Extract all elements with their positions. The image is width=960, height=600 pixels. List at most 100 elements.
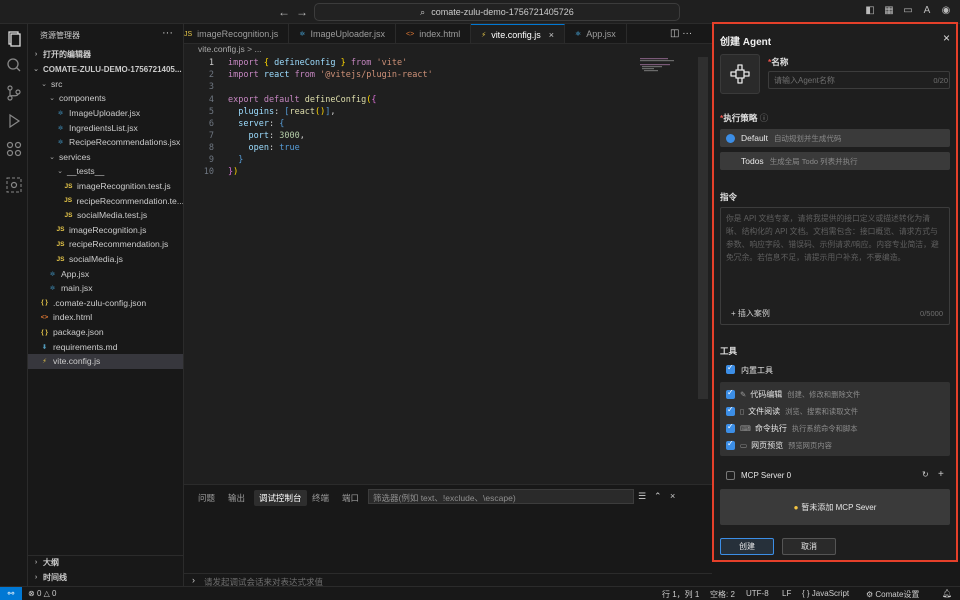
tab-problems[interactable]: 问题: [198, 492, 215, 504]
instruction-label: 指令: [720, 192, 738, 202]
tree-folder[interactable]: ⌄ components: [28, 91, 183, 106]
create-button[interactable]: 创建: [720, 538, 774, 555]
search-icon: ⌕: [420, 6, 426, 17]
code-line: port: 3000,: [248, 131, 305, 141]
tree-item-label: package.json: [53, 327, 104, 338]
tree-folder[interactable]: ⌄ __tests__: [28, 164, 183, 179]
code-editor[interactable]: 1 2 3 4 5 6 7 8 9 10 import { defineConfig } from…: [184, 57, 712, 484]
tree-file[interactable]: { } .comate-zulu-config.json: [28, 296, 183, 311]
layout-panel-icon[interactable]: ▭: [902, 5, 914, 17]
comate-settings[interactable]: ⚙ Comate设置: [866, 589, 919, 600]
tab-index-html[interactable]: <> index.html: [396, 24, 472, 43]
timeline-section[interactable]: › 时间线: [28, 570, 183, 585]
filter-input[interactable]: 筛选器(例如 text、!exclude、\escape): [368, 489, 634, 504]
insert-example-button[interactable]: + 插入案例: [731, 308, 770, 319]
tab-output[interactable]: 输出: [228, 492, 245, 504]
language-status[interactable]: { } JavaScript: [802, 589, 849, 598]
clear-console-icon[interactable]: ☰: [638, 491, 646, 502]
project-root[interactable]: ⌄ COMATE-ZULU-DEMO-1756721405...: [28, 62, 183, 77]
tree-folder[interactable]: ⌄ services: [28, 150, 183, 165]
tree-file[interactable]: JS recipeRecommendation.te...: [28, 193, 183, 208]
tab-vite-config[interactable]: ⚡ vite.config.js ×: [471, 24, 565, 43]
run-debug-icon[interactable]: [5, 112, 23, 130]
tab-imageuploader[interactable]: ⚛ ImageUploader.jsx: [289, 24, 397, 43]
command-center-search[interactable]: ⌕ comate-zulu-demo-1756721405726: [314, 3, 680, 21]
tree-file[interactable]: ⚛ ImageUploader.jsx: [28, 106, 183, 121]
tree-file[interactable]: ⚛ main.jsx: [28, 281, 183, 296]
account-icon[interactable]: ◉: [940, 5, 952, 17]
encoding-status[interactable]: UTF-8: [746, 589, 769, 598]
breadcrumb[interactable]: vite.config.js > ...: [184, 44, 712, 57]
cancel-button[interactable]: 取消: [782, 538, 836, 555]
line-number: 7: [208, 131, 214, 141]
editor-scrollbar[interactable]: [698, 57, 708, 399]
tree-file[interactable]: JS imageRecognition.js: [28, 223, 183, 238]
name-label: *名称: [768, 57, 789, 67]
tab-app-jsx[interactable]: ⚛ App.jsx: [565, 24, 627, 43]
tree-file[interactable]: ⬇ requirements.md: [28, 339, 183, 354]
tree-file[interactable]: <> index.html: [28, 310, 183, 325]
instruction-placeholder: 你是 API 文档专家，请将我提供的接口定义或描述转化为清晰、结构化的 API …: [726, 214, 939, 262]
tree-item-label: App.jsx: [61, 268, 90, 279]
tools-list: ✎代码编辑创建、修改和删除文件 ▯文件阅读浏览、搜索和读取文件 ⌨命令执行执行系…: [720, 382, 950, 456]
title-bar: ← → ⌕ comate-zulu-demo-1756721405726 ◧ ▦…: [0, 0, 960, 24]
split-editor-icon[interactable]: ◫ ···: [670, 28, 692, 39]
outline-section[interactable]: › 大纲: [28, 555, 183, 570]
code-line: open: true: [248, 143, 300, 153]
instruction-textarea[interactable]: 你是 API 文档专家，请将我提供的接口定义或描述转化为清晰、结构化的 API …: [720, 207, 950, 325]
open-editors-section[interactable]: › 打开的编辑器: [28, 47, 183, 62]
comate-icon[interactable]: [5, 176, 23, 194]
cursor-position[interactable]: 行 1，列 1: [662, 589, 699, 600]
mcp-server-label: MCP Server 0: [741, 471, 792, 480]
more-icon[interactable]: ···: [162, 27, 173, 39]
refresh-icon[interactable]: ↻: [922, 470, 929, 479]
agent-avatar[interactable]: [720, 54, 760, 94]
forward-arrow-icon[interactable]: →: [296, 5, 308, 19]
tool-web-preview: ▭ 网页预览 预览网页内容: [740, 441, 832, 450]
tree-file[interactable]: ⚛ RecipeRecommendations.jsx: [28, 135, 183, 150]
tree-file[interactable]: JS socialMedia.js: [28, 252, 183, 267]
strategy-default[interactable]: Default 自动规划并生成代码: [720, 129, 950, 147]
errors-status[interactable]: ⊗ 0 △ 0: [28, 589, 56, 598]
tree-file[interactable]: JS recipeRecommendation.js: [28, 237, 183, 252]
indent-status[interactable]: 空格: 2: [710, 589, 735, 600]
source-control-icon[interactable]: [5, 84, 23, 102]
eol-status[interactable]: LF: [782, 589, 791, 598]
back-arrow-icon[interactable]: ←: [278, 5, 290, 19]
tab-imagerecognition[interactable]: JS imageRecognition.js: [184, 24, 290, 43]
strategy-todos[interactable]: Todos 生成全局 Todo 列表并执行: [720, 152, 950, 170]
tree-file[interactable]: ⚛ App.jsx: [28, 266, 183, 281]
debug-expression-input[interactable]: 请发起调试会话来对表达式求值: [184, 573, 712, 587]
layout-grid-icon[interactable]: ▦: [883, 5, 895, 17]
tree-folder[interactable]: ⌄ src: [28, 77, 183, 92]
tree-file[interactable]: { } package.json: [28, 325, 183, 340]
tree-file[interactable]: ⚡ vite.config.js: [28, 354, 183, 369]
bottom-panel: 问题 输出 调试控制台 终端 端口 筛选器(例如 text、!exclude、\…: [184, 484, 712, 587]
agent-name-input[interactable]: 请输入Agent名称: [768, 71, 950, 89]
workspace-name: comate-zulu-demo-1756721405726: [431, 7, 574, 17]
tree-item-label: index.html: [53, 312, 93, 323]
extensions-icon[interactable]: [5, 140, 23, 158]
tree-file[interactable]: ⚛ IngredientsList.jsx: [28, 120, 183, 135]
close-icon[interactable]: ×: [943, 31, 950, 45]
remote-icon[interactable]: ⚯: [0, 587, 22, 600]
tab-ports[interactable]: 端口: [342, 492, 359, 504]
json-file-icon: { }: [41, 328, 48, 336]
search-icon[interactable]: [5, 56, 23, 74]
tab-terminal[interactable]: 终端: [312, 492, 329, 504]
chevron-up-icon[interactable]: ⌃: [654, 491, 662, 502]
font-size-icon[interactable]: A: [921, 5, 933, 17]
close-icon[interactable]: ×: [549, 30, 554, 40]
tree-file[interactable]: JS socialMedia.test.js: [28, 208, 183, 223]
layout-sidebar-icon[interactable]: ◧: [864, 5, 876, 17]
explorer-icon[interactable]: [5, 30, 23, 48]
add-icon[interactable]: +: [938, 469, 944, 480]
mcp-checkbox[interactable]: [726, 471, 735, 480]
tree-file[interactable]: JS imageRecognition.test.js: [28, 179, 183, 194]
builtin-tools-checkbox[interactable]: [726, 363, 735, 374]
minimap[interactable]: [640, 57, 696, 77]
radio-checked-icon: [726, 133, 735, 143]
bell-icon[interactable]: 🔔︎: [942, 589, 952, 598]
tab-debug-console[interactable]: 调试控制台: [254, 490, 307, 506]
panel-close-icon[interactable]: ×: [670, 491, 675, 501]
